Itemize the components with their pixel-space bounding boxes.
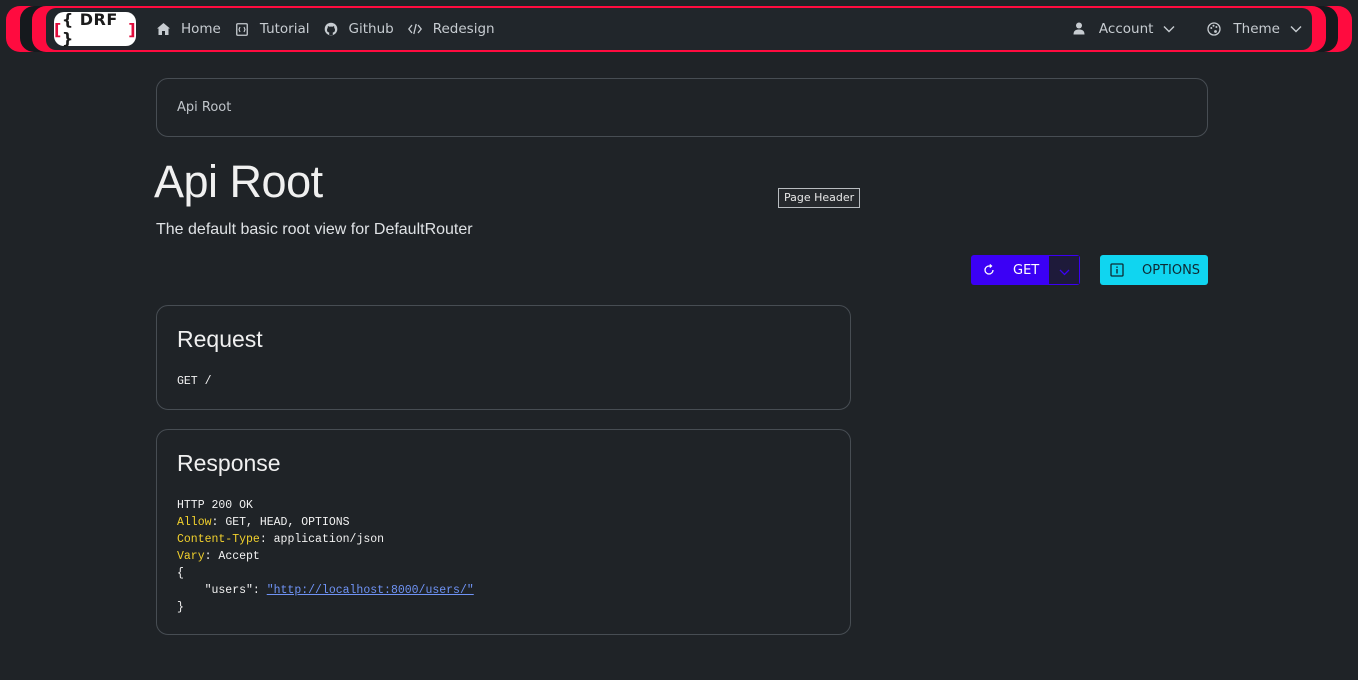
nav-item-github[interactable]: Github [324,21,394,37]
theme-label: Theme [1233,21,1280,37]
response-header-value: application/json [273,533,385,546]
response-status: HTTP 200 OK [177,499,253,512]
response-card: Response HTTP 200 OK Allow: GET, HEAD, OP… [156,429,851,635]
breadcrumb-item-api-root[interactable]: Api Root [177,100,231,115]
nav-item-tutorial[interactable]: Tutorial [235,21,310,37]
github-icon [324,22,338,36]
response-header-key: Content-Type [177,533,260,546]
brand-text: { DRF } [61,10,118,48]
brand-bracket-close: ] [128,19,136,39]
json-close-brace: } [177,601,184,614]
response-title: Response [177,450,281,476]
get-button-label: GET [1013,262,1040,278]
response-header-value: GET, HEAD, OPTIONS [225,516,350,529]
json-open-brace: { [177,567,184,580]
json-users-line: "users": "http://localhost:8000/users/" [177,582,850,599]
nav-item-redesign-label: Redesign [432,21,495,37]
json-users-key: "users": [177,584,267,597]
brand-bracket-open: [ [54,19,62,39]
nav-item-tutorial-label: Tutorial [259,21,310,37]
page-title: Api Root [154,156,323,207]
nav-item-home-label: Home [181,21,221,37]
page-description: The default basic root view for DefaultR… [156,221,473,238]
user-icon [1073,22,1087,36]
nav-item-home[interactable]: Home [156,21,221,37]
page-header-tooltip: Page Header [778,188,861,208]
account-dropdown[interactable]: Account [1073,21,1176,37]
nav-item-github-label: Github [348,21,394,37]
response-header-key: Vary [177,550,205,563]
request-title: Request [177,326,263,352]
theme-dropdown[interactable]: Theme [1207,21,1302,37]
response-body: HTTP 200 OK Allow: GET, HEAD, OPTIONS Cont… [177,497,850,616]
chevron-down-icon [1290,25,1302,33]
response-header-content-type: Content-Type: application/json [177,533,385,546]
nav-item-redesign[interactable]: Redesign [407,21,495,37]
nav-links: Home Tutorial Github Redesign [156,21,509,37]
get-format-dropdown-toggle[interactable] [1048,255,1080,285]
options-button-label: OPTIONS [1142,262,1201,278]
breadcrumb: Api Root [156,78,1208,137]
chevron-down-icon [1163,25,1175,33]
request-card: Request GET / [156,305,851,410]
account-label: Account [1098,21,1154,37]
nav-right: Account Theme [1073,21,1312,37]
info-icon [1110,263,1124,277]
navbar: [ { DRF } ] Home Tutorial Github Redesig… [46,8,1312,50]
response-header-value: Accept [218,550,260,563]
palette-icon [1207,22,1222,36]
code-icon [407,22,422,36]
get-button-group: GET [971,255,1080,285]
book-icon [235,22,249,36]
request-line: GET / [177,375,212,388]
brand-logo[interactable]: [ { DRF } ] [54,10,136,48]
response-header-vary: Vary: Accept [177,550,260,563]
refresh-icon [983,264,995,276]
home-icon [156,22,170,36]
options-button[interactable]: OPTIONS [1100,255,1208,285]
response-header-key: Allow [177,516,212,529]
users-link[interactable]: "http://localhost:8000/users/" [267,584,474,597]
get-button[interactable]: GET [971,255,1048,285]
chevron-down-icon [1059,261,1070,280]
response-header-allow: Allow: GET, HEAD, OPTIONS [177,516,350,529]
